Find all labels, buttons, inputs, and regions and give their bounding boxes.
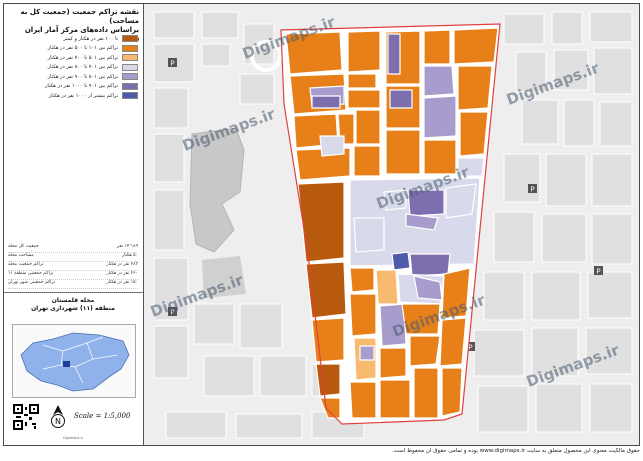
copyright-footer: حقوق مالکیت معنوی این محصول متعلق به سای… [391, 448, 640, 454]
legend-label: تراکم بین ۹۰۱ تا ۱۰۰۰ نفر در هکتار [45, 83, 118, 90]
legend-label: تا ۱۰۰ نفر در هکتار و کمتر [63, 35, 118, 42]
legend-swatch [122, 92, 138, 100]
density-map: P P P P P Digimaps.ir Digimaps.ir Digima… [144, 4, 639, 445]
locator-svg [20, 332, 130, 392]
svg-text:P: P [596, 268, 600, 276]
legend-item: تراکم بین ۱۰۱ تا ۵۰۰ نفر در هکتار [8, 44, 138, 54]
stat-value: ۱۵۰ نفر در هکتار [106, 280, 138, 285]
qr-code-icon [13, 404, 39, 430]
legend-swatch [122, 35, 138, 43]
district-name: منطقه (۱۱) شهرداری تهران [31, 305, 115, 312]
stat-label: تراکم جمعیتی شهر تهران [8, 280, 56, 285]
stat-value: ۱۴٬۱۸۹ نفر [117, 244, 138, 249]
legend-item: تا ۱۰۰ نفر در هکتار و کمتر [8, 34, 138, 44]
svg-text:P: P [170, 60, 174, 68]
parking-icon: P [168, 58, 177, 68]
svg-text:P: P [530, 186, 534, 194]
statistics-table: جمعیت کل محله ۱۴٬۱۸۹ نفر مساحت محله ۵۰ هکت… [8, 244, 138, 289]
stat-row: تراکم جمعیتی شهر تهران ۱۵۰ نفر در هکتار [8, 280, 138, 289]
legend-item: تراکم بین ۸۰۱ تا ۹۰۰ نفر در هکتار [8, 72, 138, 82]
area-title: محله قلمستان منطقه (۱۱) شهرداری تهران [8, 297, 138, 313]
stat-label: مساحت محله [8, 253, 34, 258]
legend-label: تراکم بیشتر از ۱۰۰۰ نفر در هکتار [48, 92, 118, 99]
stat-row: تراکم جمعیتی منطقه ۱۱ ۲۶۰ نفر در هکتار [8, 271, 138, 280]
map-frame: نقشه تراکم جمعیت (جمعیت کل به مساحت) برا… [3, 3, 640, 446]
sidebar-credit: Digimaps.ir [63, 436, 83, 440]
stat-value: ۵۰ هکتار [121, 253, 138, 258]
stat-label: جمعیت کل محله [8, 244, 39, 249]
map-scale: Scale = 1:5,000 [74, 412, 131, 420]
legend-label: تراکم بین ۷۰۱ تا ۸۰۰ نفر در هکتار [47, 64, 118, 71]
tehran-districts-shape [20, 332, 130, 392]
locator-inset-map [12, 324, 136, 398]
stat-label: تراکم جمعیت محله [8, 262, 44, 267]
legend-swatch [122, 44, 138, 52]
north-label: N [55, 417, 61, 426]
stat-label: تراکم جمعیتی منطقه ۱۱ [8, 271, 54, 276]
stat-value: ۲۸۳ نفر در هکتار [106, 262, 138, 267]
legend-label: تراکم بین ۸۰۱ تا ۹۰۰ نفر در هکتار [47, 73, 118, 80]
stat-row: تراکم جمعیت محله ۲۸۳ نفر در هکتار [8, 262, 138, 271]
north-arrow-icon: N [51, 405, 65, 428]
legend-label: تراکم بین ۱۰۱ تا ۵۰۰ نفر در هکتار [47, 45, 118, 52]
legend-swatch [122, 73, 138, 81]
district-11-highlight [63, 361, 70, 367]
legend-item: تراکم بین ۷۰۱ تا ۸۰۰ نفر در هکتار [8, 63, 138, 73]
legend-item: تراکم بین ۵۰۱ تا ۷۰۰ نفر در هکتار [8, 53, 138, 63]
density-legend: تا ۱۰۰ نفر در هکتار و کمتر تراکم بین ۱۰۱… [8, 34, 138, 101]
legend-label: تراکم بین ۵۰۱ تا ۷۰۰ نفر در هکتار [47, 54, 118, 61]
map-title-line-1: نقشه تراکم جمعیت (جمعیت کل به مساحت) [20, 8, 139, 25]
stat-row: مساحت محله ۵۰ هکتار [8, 253, 138, 262]
legend-swatch [122, 54, 138, 62]
legend-item: تراکم بیشتر از ۱۰۰۰ نفر در هکتار [8, 91, 138, 101]
neighborhood-name: محله قلمستان [51, 297, 95, 304]
legend-item: تراکم بین ۹۰۱ تا ۱۰۰۰ نفر در هکتار [8, 82, 138, 92]
legend-panel: نقشه تراکم جمعیت (جمعیت کل به مساحت) برا… [4, 4, 144, 445]
parking-icon: P [594, 266, 603, 276]
legend-swatch [122, 63, 138, 71]
sidebar-divider [4, 292, 143, 293]
legend-swatch [122, 82, 138, 90]
stat-row: جمعیت کل محله ۱۴٬۱۸۹ نفر [8, 244, 138, 253]
parking-icon: P [528, 184, 537, 194]
stat-value: ۲۶۰ نفر در هکتار [106, 271, 138, 276]
